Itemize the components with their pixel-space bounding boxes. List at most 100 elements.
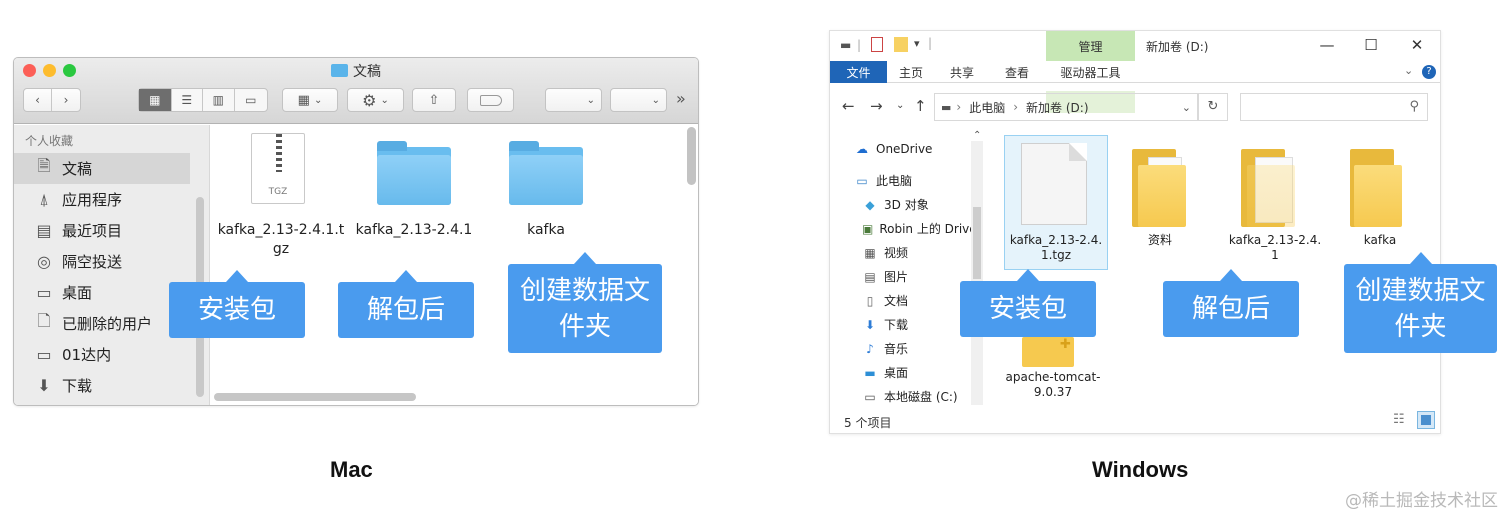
tab-share[interactable]: 共享 (941, 61, 983, 83)
back-arrow-icon[interactable]: ← (842, 97, 855, 115)
sidebar-item-deleted-user[interactable]: 🗋 已删除的用户 (14, 308, 190, 339)
sidebar-item-applications[interactable]: ⍋ 应用程序 (14, 184, 190, 215)
tag-button[interactable] (467, 88, 514, 112)
nav-network-drive[interactable]: ▣ Robin 上的 Drive (862, 217, 972, 240)
file-item-ziliao[interactable]: 资料 (1115, 233, 1205, 248)
sidebar-item-downloads[interactable]: ⬇ 下载 (14, 370, 190, 401)
folder-icon[interactable] (1350, 149, 1406, 227)
forward-button[interactable]: › (52, 89, 80, 111)
file-item-kafka[interactable]: kafka (491, 221, 601, 240)
file-item-kafka-extracted[interactable]: kafka_2.13-2.4. 1 (1220, 233, 1330, 263)
qat-separator: | (857, 38, 862, 52)
callout-extracted: 解包后 (338, 270, 474, 338)
download-icon: ⬇ (37, 376, 51, 395)
folder-icon: ▭ (36, 345, 52, 364)
icon-view-button[interactable]: ▦ (139, 89, 172, 111)
refresh-button[interactable]: ↻ (1198, 93, 1228, 121)
toolbar-overflow-icon[interactable]: » (676, 89, 686, 108)
tab-drive-tools[interactable]: 驱动器工具 (1046, 61, 1135, 83)
group-button[interactable]: ▦ ⌄ (282, 88, 338, 112)
dropdown-2[interactable]: ⌄ (610, 88, 667, 112)
column-view-button[interactable]: ▥ (203, 89, 235, 111)
close-button[interactable]: ✕ (1397, 33, 1437, 57)
tab-home[interactable]: 主页 (890, 61, 932, 83)
details-view-icon[interactable]: ☷ (1393, 412, 1405, 427)
sidebar-item-documents[interactable]: 🗎 文稿 (14, 153, 190, 184)
search-input[interactable]: ⚲ (1240, 93, 1428, 121)
file-name: kafka_2.13-2.4.1 (355, 222, 473, 238)
folder-icon[interactable] (1241, 149, 1297, 227)
nav-music[interactable]: ♪ 音乐 (862, 337, 1006, 360)
help-icon[interactable]: ? (1422, 65, 1436, 79)
this-pc-icon: ▭ (856, 173, 868, 188)
nav-scrollbar-thumb[interactable] (973, 207, 981, 279)
folder-icon[interactable] (1132, 149, 1188, 227)
tab-view[interactable]: 查看 (996, 61, 1038, 83)
action-button[interactable]: ⚙ ⌄ (347, 88, 404, 112)
list-view-button[interactable]: ☰ (172, 89, 204, 111)
sidebar-item-label: 文稿 (62, 160, 93, 178)
manage-label: 管理 (1078, 39, 1103, 54)
manage-tab-header[interactable]: 管理 (1046, 31, 1135, 61)
view-mode-segmented: ▦ ☰ ▥ ▭ (138, 88, 268, 112)
folder-icon[interactable] (377, 141, 451, 205)
chevron-down-icon[interactable]: ⌄ (1182, 101, 1191, 114)
sidebar-item-airdrop[interactable]: ◎ 隔空投送 (14, 246, 190, 277)
nav-label: 本地磁盘 (C:) (884, 390, 958, 404)
forward-arrow-icon[interactable]: → (870, 97, 883, 115)
nav-label: 音乐 (884, 342, 909, 356)
gallery-view-button[interactable]: ▭ (235, 89, 267, 111)
windows-explorer-window: ▬ | ▾ | 管理 新加卷 (D:) — ☐ ✕ 文件 主页 共享 查看 驱动… (829, 30, 1441, 434)
expand-ribbon-icon[interactable]: ⌄ (1404, 64, 1413, 77)
file-item-kafka-tgz[interactable]: kafka_2.13-2.4. 1.tgz (1006, 233, 1106, 263)
dropdown-1[interactable]: ⌄ (545, 88, 602, 112)
sidebar-item-recents[interactable]: ▤ 最近项目 (14, 215, 190, 246)
breadcrumb-this-pc[interactable]: 此电脑 (969, 99, 1005, 116)
share-button[interactable]: ⇧ (412, 88, 456, 112)
tab-file[interactable]: 文件 (830, 61, 887, 83)
document-icon[interactable] (1021, 143, 1087, 225)
file-name-line1: kafka_2.13-2.4.1.t (217, 222, 345, 238)
list-icon: ☰ (181, 93, 193, 107)
callout-text-line1: 创建数据文 (519, 275, 650, 306)
file-item-apache-tomcat[interactable]: apache-tomcat- 9.0.37 (998, 370, 1108, 400)
address-box[interactable]: ▬ › 此电脑 › 新加卷 (D:) ⌄ (934, 93, 1198, 121)
qat-dropdown-icon[interactable]: ▾ (914, 37, 920, 50)
large-icons-view-button[interactable] (1417, 411, 1435, 429)
minimize-button[interactable]: — (1307, 33, 1347, 57)
vertical-scrollbar[interactable] (687, 127, 696, 185)
callout-installer: 安装包 (169, 270, 305, 338)
breadcrumb-drive[interactable]: 新加卷 (D:) (1026, 99, 1088, 116)
tab-label: 主页 (898, 65, 923, 80)
archive-file-icon[interactable]: TGZ (251, 133, 305, 204)
folder-icon[interactable]: ✚ (1022, 337, 1074, 367)
breadcrumb-separator: › (956, 100, 962, 114)
tab-label: 驱动器工具 (1060, 65, 1121, 80)
callout-text: 解包后 (1191, 294, 1270, 324)
close-icon: ✕ (1410, 36, 1424, 54)
scroll-up-icon[interactable]: ⌃ (973, 130, 981, 141)
nav-local-disk[interactable]: ▭ 本地磁盘 (C:) (862, 385, 1006, 408)
sidebar-item-label: 应用程序 (62, 191, 123, 209)
recent-locations-icon[interactable]: ⌄ (896, 100, 904, 111)
sidebar-item-01danei[interactable]: ▭ 01达内 (14, 339, 190, 370)
file-item-kafka-tgz[interactable]: kafka_2.13-2.4.1.t gz (211, 221, 351, 259)
up-arrow-icon[interactable]: ↑ (914, 97, 927, 115)
back-button[interactable]: ‹ (24, 89, 53, 111)
tag-icon (479, 94, 502, 106)
breadcrumb-separator: › (1013, 100, 1019, 114)
properties-icon[interactable] (871, 37, 883, 52)
local-disk-icon: ▭ (864, 389, 876, 404)
maximize-button[interactable]: ☐ (1351, 33, 1391, 57)
horizontal-scrollbar[interactable] (214, 393, 416, 401)
sidebar-item-desktop[interactable]: ▭ 桌面 (14, 277, 190, 308)
file-item-kafka-extracted[interactable]: kafka_2.13-2.4.1 (349, 221, 479, 240)
file-name-line1: kafka_2.13-2.4. (1228, 233, 1322, 247)
file-item-kafka[interactable]: kafka (1335, 233, 1425, 248)
nav-3d-objects[interactable]: ◆ 3D 对象 (862, 193, 1006, 216)
nav-videos[interactable]: ▦ 视频 (862, 241, 1006, 264)
new-folder-icon[interactable] (894, 37, 908, 52)
search-icon: ⚲ (1409, 99, 1419, 114)
nav-desktop[interactable]: ▬ 桌面 (862, 361, 1006, 384)
folder-icon[interactable] (509, 141, 583, 205)
